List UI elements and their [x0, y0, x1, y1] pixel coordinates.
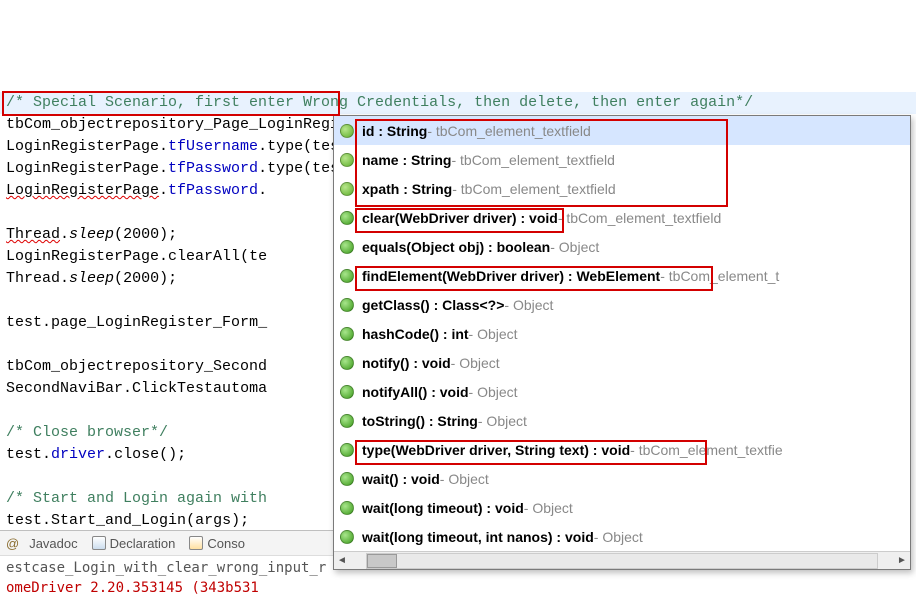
- method-icon: [340, 385, 354, 399]
- code-line: LoginRegisterPage.tfPassword.: [6, 182, 267, 199]
- autocomplete-signature: name : String: [362, 152, 451, 168]
- autocomplete-item[interactable]: clear(WebDriver driver) : void - tbCom_e…: [334, 203, 910, 232]
- autocomplete-list[interactable]: id : String - tbCom_element_textfieldnam…: [334, 116, 910, 551]
- autocomplete-item[interactable]: wait(long timeout, int nanos) : void - O…: [334, 522, 910, 551]
- autocomplete-popup[interactable]: id : String - tbCom_element_textfieldnam…: [333, 115, 911, 570]
- code-comment: /* Start and Login again with: [6, 490, 267, 507]
- field-icon: [340, 182, 354, 196]
- autocomplete-item[interactable]: notify() : void - Object: [334, 348, 910, 377]
- autocomplete-signature: xpath : String: [362, 181, 452, 197]
- code-line: Thread.sleep(2000);: [6, 270, 177, 287]
- autocomplete-item[interactable]: xpath : String - tbCom_element_textfield: [334, 174, 910, 203]
- code-line: Thread.sleep(2000);: [6, 226, 177, 243]
- autocomplete-source: - tbCom_element_textfield: [558, 210, 721, 226]
- autocomplete-item[interactable]: notifyAll() : void - Object: [334, 377, 910, 406]
- autocomplete-item[interactable]: equals(Object obj) : boolean - Object: [334, 232, 910, 261]
- autocomplete-item[interactable]: id : String - tbCom_element_textfield: [334, 116, 910, 145]
- scroll-left-icon[interactable]: ◄: [334, 553, 350, 569]
- autocomplete-signature: findElement(WebDriver driver) : WebEleme…: [362, 268, 660, 284]
- autocomplete-item[interactable]: type(WebDriver driver, String text) : vo…: [334, 435, 910, 464]
- method-icon: [340, 501, 354, 515]
- autocomplete-item[interactable]: name : String - tbCom_element_textfield: [334, 145, 910, 174]
- autocomplete-source: - tbCom_element_textfield: [452, 181, 615, 197]
- code-line: test.page_LoginRegister_Form_: [6, 314, 267, 331]
- code-line: test.driver.close();: [6, 446, 186, 463]
- code-line: tbCom_objectrepository_Second: [6, 358, 267, 375]
- autocomplete-item[interactable]: wait(long timeout) : void - Object: [334, 493, 910, 522]
- autocomplete-signature: notifyAll() : void: [362, 384, 469, 400]
- autocomplete-signature: clear(WebDriver driver) : void: [362, 210, 558, 226]
- autocomplete-source: - tbCom_element_t: [660, 268, 779, 284]
- autocomplete-signature: getClass() : Class<?>: [362, 297, 504, 313]
- autocomplete-source: - tbCom_element_textfield: [427, 123, 590, 139]
- autocomplete-signature: notify() : void: [362, 355, 451, 371]
- autocomplete-source: - Object: [451, 355, 500, 371]
- autocomplete-source: - tbCom_element_textfie: [630, 442, 783, 458]
- method-icon: [340, 356, 354, 370]
- autocomplete-item[interactable]: hashCode() : int - Object: [334, 319, 910, 348]
- autocomplete-signature: wait(long timeout) : void: [362, 500, 524, 516]
- autocomplete-source: - Object: [550, 239, 599, 255]
- code-line: test.Start_and_Login(args);: [6, 512, 249, 529]
- autocomplete-source: - Object: [440, 471, 489, 487]
- autocomplete-signature: type(WebDriver driver, String text) : vo…: [362, 442, 630, 458]
- code-line: SecondNaviBar.ClickTestautoma: [6, 380, 267, 397]
- autocomplete-item[interactable]: findElement(WebDriver driver) : WebEleme…: [334, 261, 910, 290]
- autocomplete-signature: id : String: [362, 123, 427, 139]
- code-comment: /* Close browser*/: [6, 424, 168, 441]
- method-icon: [340, 298, 354, 312]
- method-icon: [340, 472, 354, 486]
- autocomplete-source: - Object: [504, 297, 553, 313]
- method-icon: [340, 211, 354, 225]
- method-icon: [340, 240, 354, 254]
- field-icon: [340, 153, 354, 167]
- method-icon: [340, 269, 354, 283]
- autocomplete-signature: toString() : String: [362, 413, 478, 429]
- code-line: LoginRegisterPage.clearAll(te: [6, 248, 267, 265]
- method-icon: [340, 443, 354, 457]
- method-icon: [340, 327, 354, 341]
- autocomplete-source: - Object: [594, 529, 643, 545]
- scroll-thumb[interactable]: [367, 554, 397, 568]
- field-icon: [340, 124, 354, 138]
- autocomplete-source: - Object: [524, 500, 573, 516]
- autocomplete-signature: hashCode() : int: [362, 326, 469, 342]
- autocomplete-item[interactable]: toString() : String - Object: [334, 406, 910, 435]
- method-icon: [340, 414, 354, 428]
- method-icon: [340, 530, 354, 544]
- autocomplete-source: - Object: [469, 326, 518, 342]
- autocomplete-source: - tbCom_element_textfield: [451, 152, 614, 168]
- autocomplete-item[interactable]: getClass() : Class<?> - Object: [334, 290, 910, 319]
- autocomplete-signature: wait(long timeout, int nanos) : void: [362, 529, 594, 545]
- autocomplete-signature: wait() : void: [362, 471, 440, 487]
- autocomplete-scrollbar[interactable]: ◄ ►: [334, 551, 910, 569]
- autocomplete-source: - Object: [478, 413, 527, 429]
- scroll-right-icon[interactable]: ►: [894, 553, 910, 569]
- autocomplete-source: - Object: [469, 384, 518, 400]
- autocomplete-signature: equals(Object obj) : boolean: [362, 239, 550, 255]
- code-comment: /* Special Scenario, first enter Wrong C…: [6, 94, 753, 111]
- autocomplete-item[interactable]: wait() : void - Object: [334, 464, 910, 493]
- scroll-track[interactable]: [366, 553, 878, 569]
- console-line: omeDriver 2.20.353145 (343b531: [6, 578, 424, 598]
